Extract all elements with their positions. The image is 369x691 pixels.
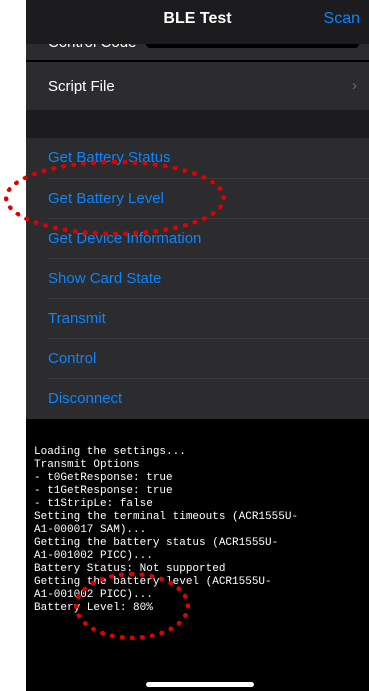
action-label: Disconnect xyxy=(48,390,123,407)
control-button[interactable]: Control xyxy=(26,339,369,379)
scan-button[interactable]: Scan xyxy=(324,10,360,28)
annotation-circle-battery-value xyxy=(74,572,190,640)
action-label: Show Card State xyxy=(48,270,162,287)
script-file-label: Script File xyxy=(48,78,115,95)
script-file-row[interactable]: Script File › xyxy=(26,62,369,110)
annotation-circle-battery-level xyxy=(4,160,226,236)
nav-title: BLE Test xyxy=(163,10,232,27)
section-gap xyxy=(26,110,369,138)
nav-bar: BLE Test Scan xyxy=(26,0,369,44)
disconnect-button[interactable]: Disconnect xyxy=(26,379,369,419)
chevron-right-icon: › xyxy=(352,77,357,94)
action-label: Control xyxy=(48,350,97,367)
transmit-button[interactable]: Transmit xyxy=(26,299,369,339)
app-screen: Control Code 3500 BLE Test Scan Script F… xyxy=(26,0,369,691)
home-indicator xyxy=(146,682,254,687)
action-label: Transmit xyxy=(48,310,106,327)
show-card-state-button[interactable]: Show Card State xyxy=(26,259,369,299)
